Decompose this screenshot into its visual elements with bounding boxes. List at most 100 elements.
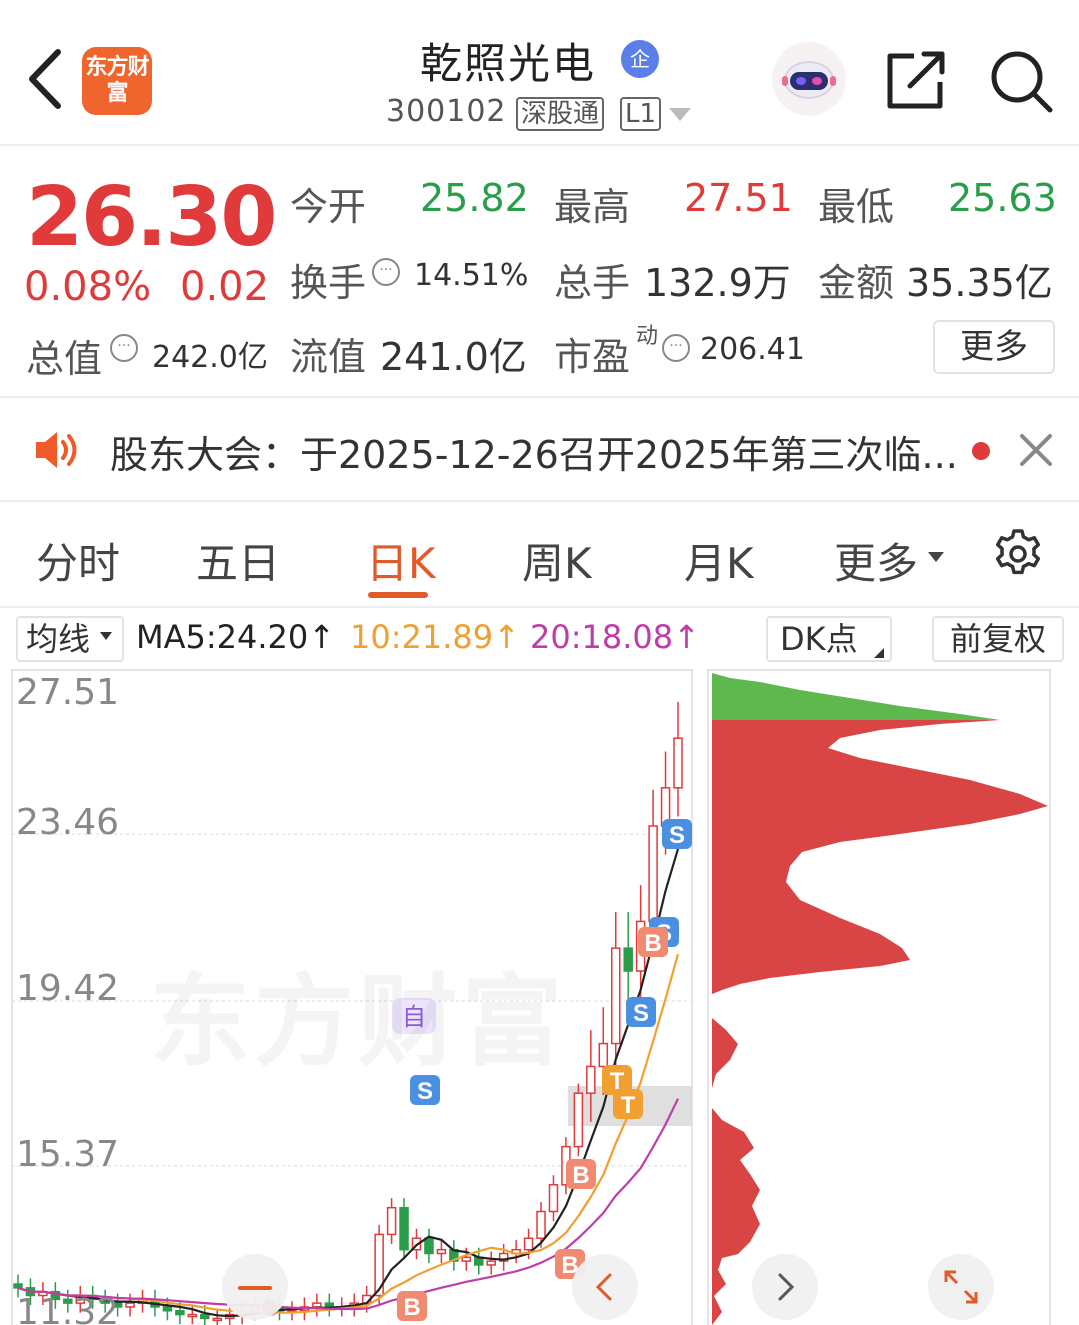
announcement-bar[interactable]: 股东大会：于2025-12-26召开2025年第三次临...	[0, 400, 1079, 502]
buy-signal-badge: B	[403, 1294, 420, 1321]
candle-body	[648, 825, 658, 923]
y-axis-label: 19.42	[16, 968, 120, 1009]
minus-icon	[238, 1286, 272, 1290]
candle-body	[436, 1248, 447, 1255]
market-cap-label: 总值	[26, 337, 103, 381]
buy-signal-badge: B	[644, 930, 661, 957]
change-amount: 0.02	[180, 264, 270, 310]
chevron-down-icon	[928, 552, 944, 562]
close-icon[interactable]	[1016, 430, 1056, 470]
expand-icon	[944, 1270, 978, 1304]
high-label: 最高	[554, 185, 631, 229]
volume-label: 总手	[554, 261, 631, 305]
next-button[interactable]	[752, 1254, 818, 1320]
gear-icon[interactable]	[992, 528, 1044, 580]
amount-value: 35.35亿	[906, 261, 1053, 305]
expand-button[interactable]	[928, 1254, 994, 1320]
candle-body	[386, 1206, 397, 1236]
candle-body	[312, 1302, 322, 1308]
float-cap-label: 流值	[290, 335, 367, 379]
candle-body	[13, 1283, 23, 1289]
kline-chart[interactable]: 自SSSSTTBBBB 27.51 23.46 19.42 15.37 11.3…	[0, 668, 1079, 1325]
candle-body	[573, 1092, 584, 1148]
more-info-icon[interactable]: ···	[662, 334, 690, 362]
low-value: 25.63	[948, 176, 1057, 220]
candle-body	[324, 1302, 335, 1308]
chevron-left-icon[interactable]	[22, 46, 68, 112]
moving-average-bar: 均线 MA5:24.20↑ 10:21.89↑ 20:18.08↑ DK点 前复…	[0, 610, 1079, 666]
candle-body	[536, 1210, 546, 1239]
brand-logo[interactable]: 东方财富	[82, 47, 152, 115]
ma5-value: MA5:24.20↑	[136, 618, 336, 656]
top-nav-bar: 东方财富 乾照光电 企 300102 深股通 L1	[0, 0, 1079, 146]
open-value: 25.82	[420, 176, 529, 220]
chevron-left-icon	[595, 1273, 612, 1301]
pe-value: 206.41	[700, 332, 805, 367]
trade-signal-badge: T	[621, 1092, 636, 1119]
chevron-down-icon[interactable]	[669, 108, 691, 121]
period-tabs: 分时 五日 日K 周K 月K 更多	[0, 504, 1079, 608]
candle-body	[598, 1042, 609, 1068]
search-icon[interactable]	[988, 48, 1054, 114]
ma20-value: 20:18.08↑	[530, 618, 700, 656]
zoom-out-button[interactable]	[222, 1254, 288, 1320]
candle-body	[187, 1313, 198, 1318]
speaker-icon	[36, 432, 77, 468]
candle-body	[175, 1310, 185, 1316]
robot-assistant-icon[interactable]	[772, 42, 846, 116]
buy-signal-badge: B	[572, 1162, 589, 1189]
prev-button[interactable]	[572, 1254, 638, 1320]
chevron-down-icon	[100, 632, 112, 640]
candle-body	[125, 1302, 135, 1308]
sell-signal-badge: S	[633, 1000, 649, 1027]
stock-name: 乾照光电	[420, 39, 597, 88]
candle-body	[212, 1317, 222, 1322]
tab-weekly-k[interactable]: 周K	[522, 530, 592, 591]
announcement-text[interactable]: 股东大会：于2025-12-26召开2025年第三次临...	[110, 424, 958, 479]
active-tab-indicator	[368, 592, 428, 598]
tab-five-day[interactable]: 五日	[196, 530, 280, 591]
volume-profile-green	[712, 673, 1000, 720]
market-cap-value: 242.0亿	[152, 340, 268, 375]
tab-more[interactable]: 更多	[834, 530, 918, 591]
low-label: 最低	[818, 185, 895, 229]
stock-code: 300102	[386, 94, 507, 129]
candle-body	[200, 1313, 210, 1320]
more-info-icon[interactable]: ···	[372, 258, 400, 286]
volume-value: 132.9万	[644, 261, 791, 305]
open-label: 今开	[290, 185, 367, 229]
y-axis-label: 27.51	[16, 672, 120, 713]
pe-superscript: 动	[636, 324, 659, 349]
candle-body	[586, 1065, 596, 1094]
chevron-right-icon	[778, 1273, 795, 1301]
amount-label: 金额	[818, 261, 895, 305]
turnover-value: 14.51%	[414, 258, 529, 293]
adjustment-button[interactable]: 前复权	[932, 616, 1064, 662]
more-info-icon[interactable]: ···	[110, 334, 138, 362]
y-axis-label: 23.46	[16, 802, 120, 843]
tab-intraday[interactable]: 分时	[36, 530, 120, 591]
candle-body	[523, 1237, 534, 1251]
candle-body	[399, 1206, 409, 1251]
tab-daily-k[interactable]: 日K	[366, 530, 436, 591]
more-quote-button[interactable]: 更多	[933, 320, 1055, 374]
share-icon[interactable]	[884, 48, 948, 112]
connect-tag: 深股通	[516, 97, 605, 131]
candle-body	[486, 1260, 496, 1266]
y-axis-label: 15.37	[16, 1134, 120, 1175]
high-value: 27.51	[684, 176, 793, 220]
change-percent: 0.08%	[24, 264, 152, 310]
candle-body	[461, 1256, 472, 1262]
candle-body	[424, 1237, 434, 1255]
candle-body	[548, 1184, 559, 1213]
ma10-value: 10:21.89↑	[350, 618, 520, 656]
candle-body	[610, 947, 621, 1045]
last-price: 26.30	[26, 170, 277, 265]
tab-monthly-k[interactable]: 月K	[684, 530, 754, 591]
company-badge: 企	[621, 40, 659, 78]
sell-signal-badge: S	[669, 822, 685, 849]
corner-arrow-icon	[874, 648, 884, 658]
quote-panel: 26.30 0.08% 0.02 今开 25.82 最高 27.51 最低 25…	[0, 148, 1079, 398]
candle-body	[162, 1306, 173, 1312]
volume-profile-red	[712, 720, 1048, 1325]
